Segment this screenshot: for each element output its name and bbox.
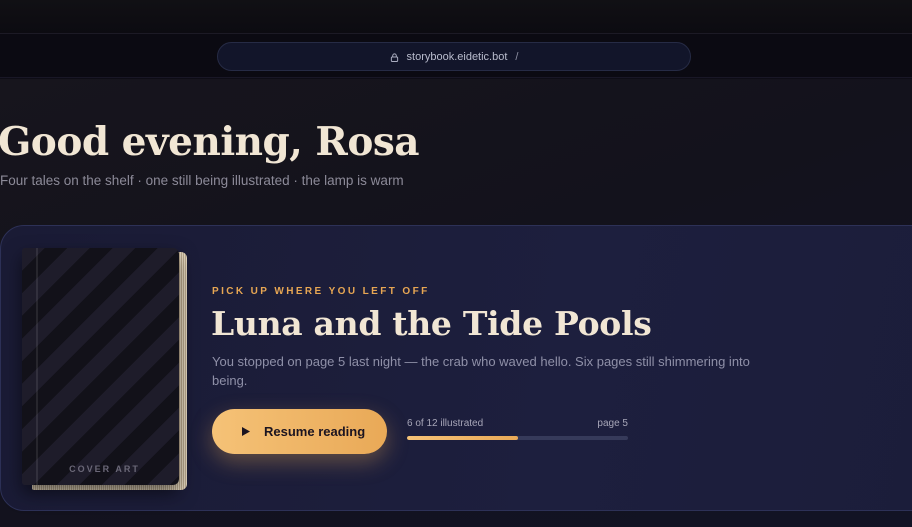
section-eyebrow: PICK UP WHERE YOU LEFT OFF <box>212 286 430 297</box>
cover-art <box>22 248 179 485</box>
resume-reading-label: Resume reading <box>264 424 366 439</box>
lock-icon <box>390 53 398 62</box>
address-bar[interactable]: storybook.eidetic.bot / <box>217 42 691 71</box>
illustration-progress: 6 of 12 illustrated page 5 <box>407 418 628 440</box>
resume-reading-button[interactable]: Resume reading <box>212 409 387 454</box>
continue-reading-card: COVER ART PICK UP WHERE YOU LEFT OFF Lun… <box>0 225 912 511</box>
book-cover[interactable]: COVER ART <box>22 248 187 490</box>
browser-toolbar: storybook.eidetic.bot / <box>0 34 912 78</box>
page-indicator: page 5 <box>597 418 628 429</box>
page-main: Good evening, Rosa Four tales on the she… <box>0 79 912 527</box>
address-path: / <box>515 50 519 63</box>
browser-top-strip <box>0 0 912 34</box>
story-description: You stopped on page 5 last night — the c… <box>212 354 750 388</box>
story-title: Luna and the Tide Pools <box>211 304 652 343</box>
book-spine <box>36 248 38 485</box>
progress-track <box>407 436 628 440</box>
page-title: Good evening, Rosa <box>0 119 420 165</box>
progress-label: 6 of 12 illustrated <box>407 418 484 429</box>
address-url: storybook.eidetic.bot <box>406 50 508 63</box>
page-subtitle: Four tales on the shelf · one still bein… <box>0 173 404 188</box>
cover-art-label: COVER ART <box>69 464 140 474</box>
play-icon <box>242 427 250 436</box>
progress-fill <box>407 436 518 440</box>
